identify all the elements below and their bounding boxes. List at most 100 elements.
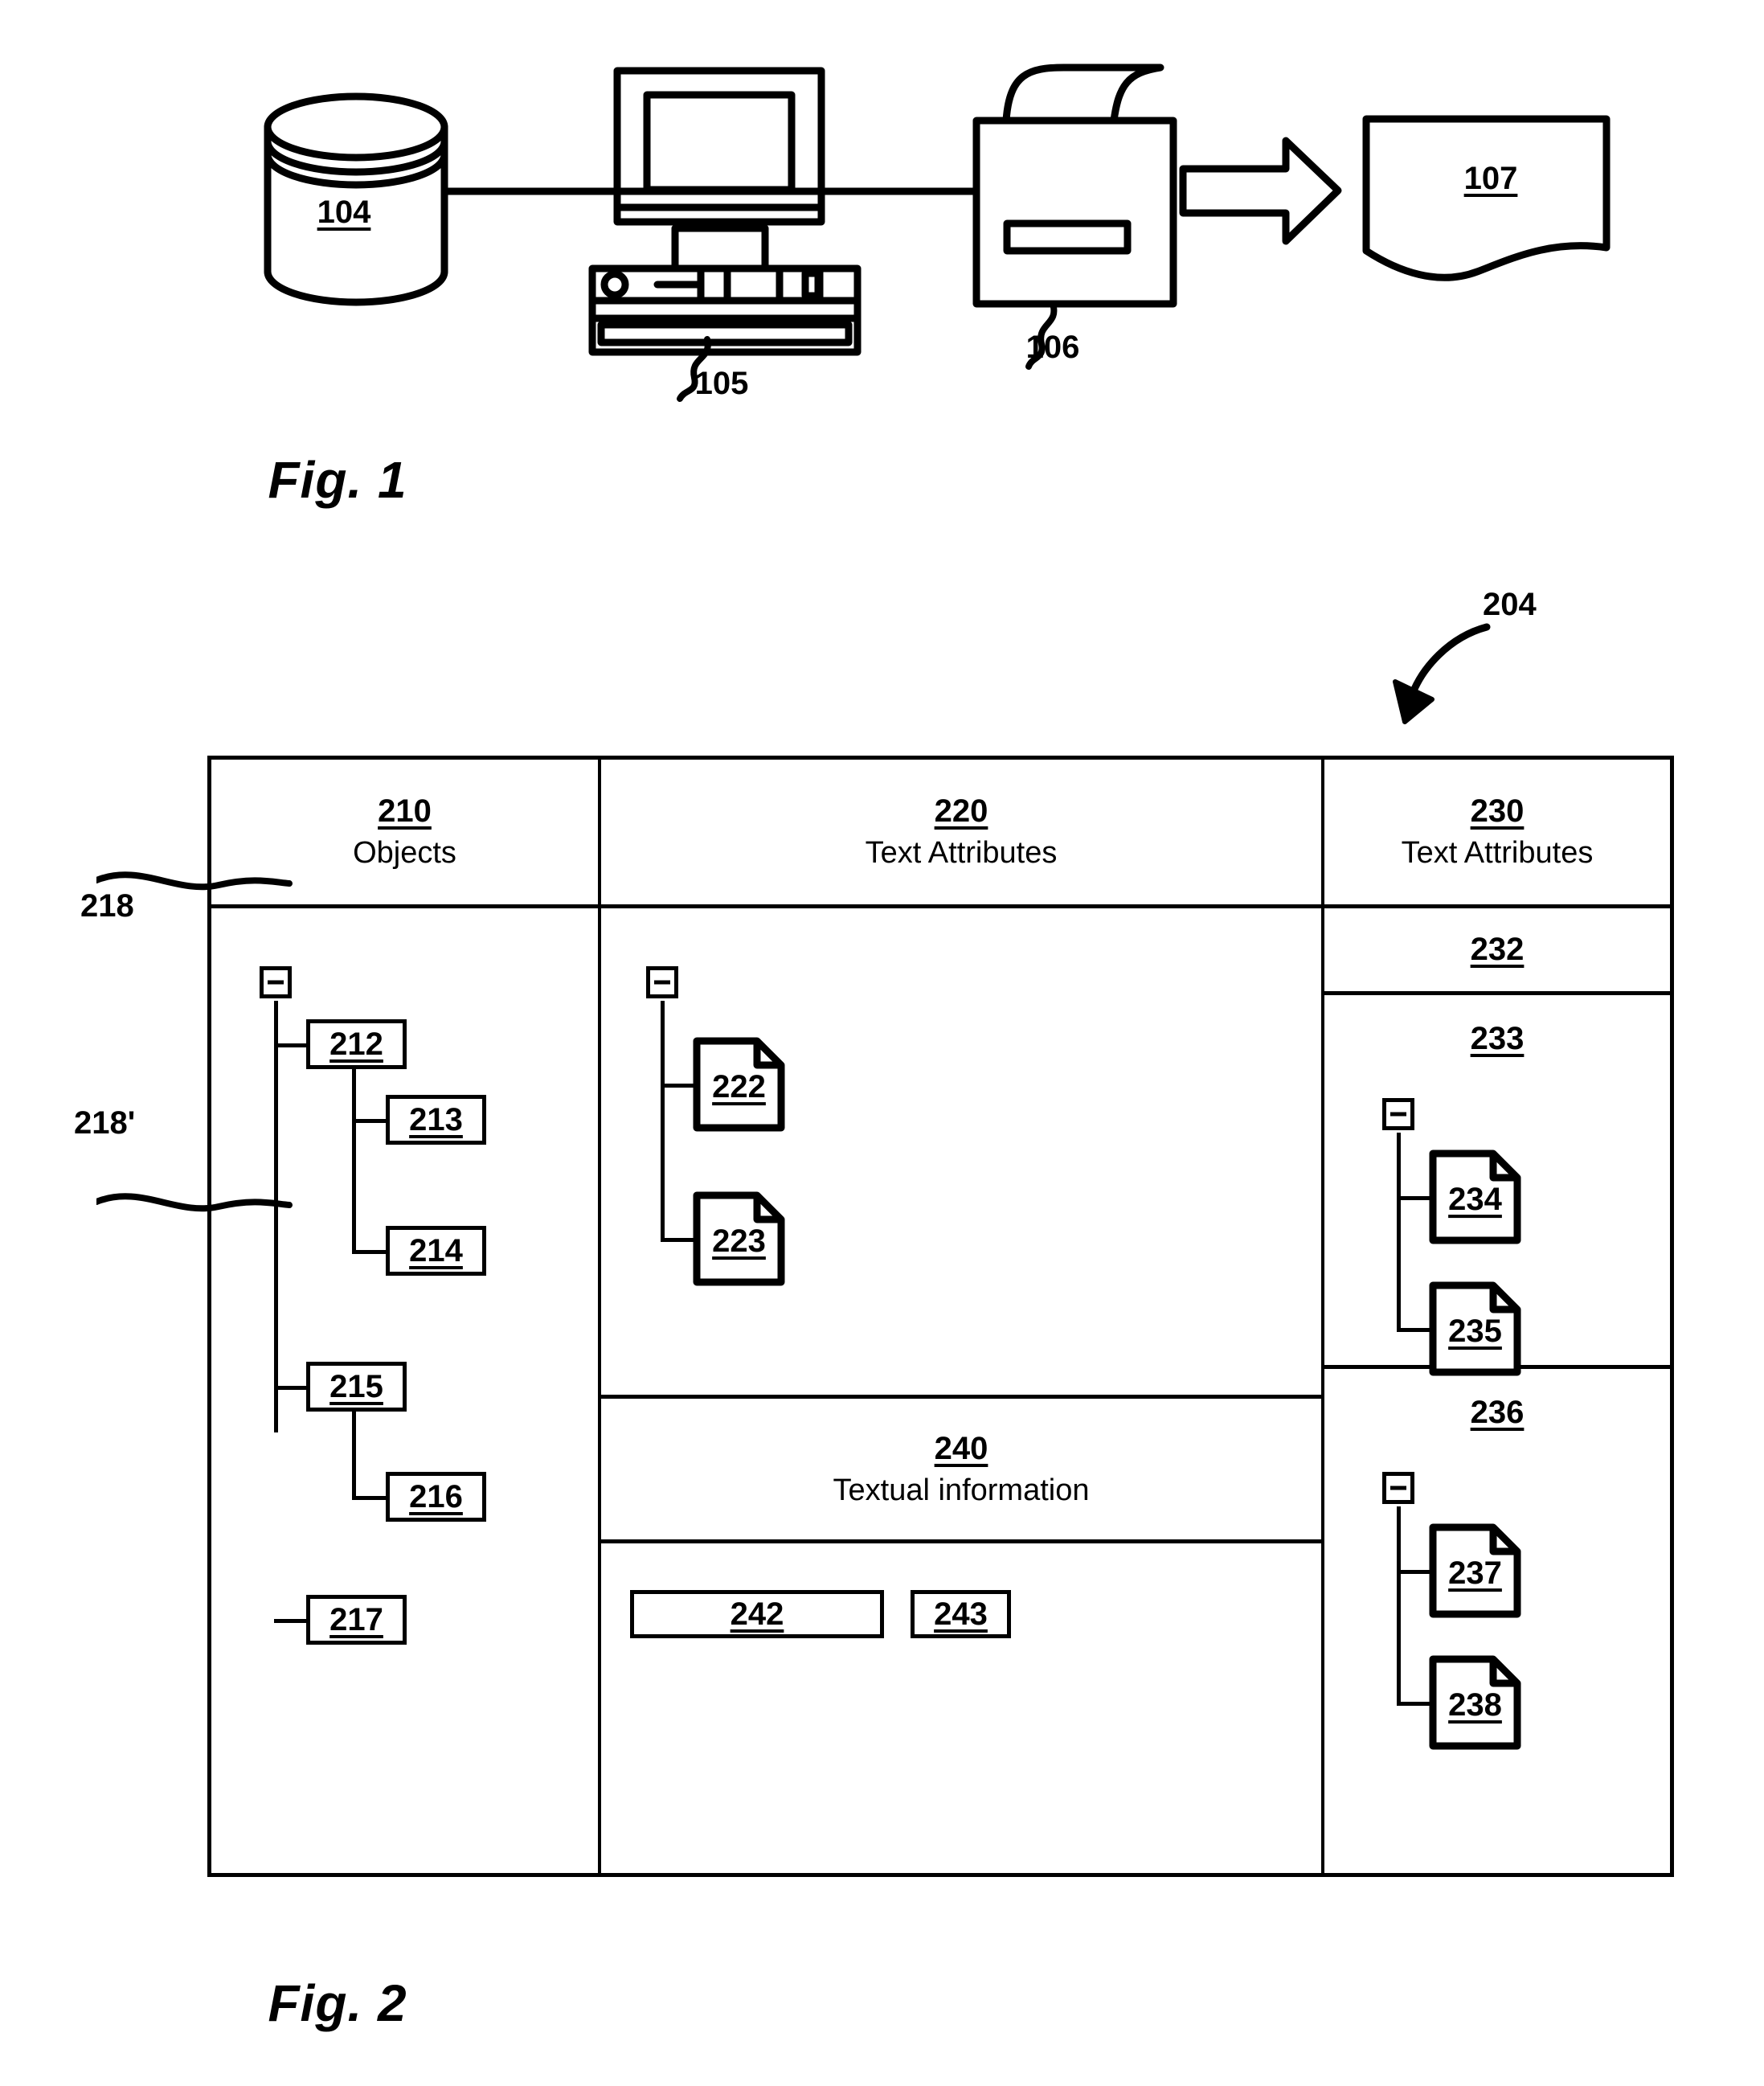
field-243-label: 243: [934, 1596, 988, 1632]
column-objects-number: 210: [378, 793, 432, 830]
figure-2-caption: Fig. 2: [268, 1974, 407, 2032]
section-233-number: 233: [1470, 1021, 1525, 1056]
document-237[interactable]: 237: [1429, 1523, 1521, 1618]
tree-subtrunk-215: [352, 1412, 356, 1500]
printer-body: [972, 117, 1177, 308]
column-text-attributes-title: Text Attributes: [865, 836, 1058, 871]
field-242-label: 242: [730, 1596, 784, 1632]
tree-branch-217: [274, 1619, 306, 1623]
floppy-slot: [597, 321, 853, 346]
tree-trunk-text-attributes: [661, 1001, 665, 1242]
document-235-label: 235: [1448, 1313, 1502, 1350]
column-objects-body: 212 213 214 215 216 217: [211, 908, 598, 1873]
document-238-label: 238: [1448, 1687, 1502, 1723]
ref-218-prime: 218': [74, 1105, 136, 1141]
monitor-stand: [671, 224, 769, 273]
process-arrow: [1179, 137, 1342, 245]
textual-information-number: 240: [934, 1430, 988, 1466]
section-236: 236 237 238: [1324, 1369, 1670, 1873]
node-213-label: 213: [409, 1101, 463, 1137]
node-212-label: 212: [329, 1026, 383, 1062]
document-223[interactable]: 223: [693, 1191, 785, 1286]
database-bottom: [264, 268, 448, 306]
tree-branch-234: [1397, 1196, 1430, 1200]
field-242[interactable]: 242: [630, 1590, 884, 1638]
monitor-screen: [643, 91, 796, 194]
node-215[interactable]: 215: [306, 1362, 407, 1412]
tree-branch-235: [1397, 1328, 1430, 1332]
tree-subtrunk-212: [352, 1069, 356, 1254]
column-text-attributes-right: 230 Text Attributes 232 233 234 235 236 …: [1324, 760, 1670, 1873]
column-text-attributes-number: 220: [934, 793, 988, 830]
node-214-label: 214: [409, 1232, 463, 1268]
node-214[interactable]: 214: [386, 1226, 486, 1276]
node-212[interactable]: 212: [306, 1019, 407, 1069]
ref-105: 105: [694, 366, 749, 401]
tree-branch-212: [274, 1043, 306, 1047]
minus-box-icon-objects[interactable]: [260, 966, 292, 998]
node-215-label: 215: [329, 1368, 383, 1404]
tree-branch-223: [661, 1238, 694, 1242]
document-238[interactable]: 238: [1429, 1655, 1521, 1750]
document-223-label: 223: [712, 1223, 766, 1260]
tree-branch-216: [352, 1496, 386, 1500]
column-text-attributes-body: 222 223 240 Textual information 242 243: [601, 908, 1321, 1873]
minus-box-icon-text-attributes[interactable]: [646, 966, 678, 998]
tree-trunk-objects: [274, 1001, 278, 1432]
textual-information-panel: 240 Textual information: [601, 1399, 1321, 1543]
power-led: [600, 270, 629, 299]
column-objects-title: Objects: [353, 836, 456, 871]
document-237-label: 237: [1448, 1555, 1502, 1592]
database-top: [264, 92, 448, 162]
minus-box-icon-236[interactable]: [1382, 1472, 1414, 1504]
textual-information-title: Textual information: [833, 1473, 1090, 1507]
document-235[interactable]: 235: [1429, 1281, 1521, 1376]
column-text-attributes-right-number: 230: [1470, 793, 1525, 830]
figure-2: 204 218 218' 210 Objects 212 213 214 215…: [0, 563, 1764, 2086]
text-attributes-docs-panel: 222 223: [601, 908, 1321, 1399]
ref-204: 204: [1483, 587, 1537, 622]
column-text-attributes: 220 Text Attributes 222 223 240 Textual …: [601, 760, 1324, 1873]
section-233: 233 234 235: [1324, 995, 1670, 1376]
column-text-attributes-right-title: Text Attributes: [1401, 836, 1594, 871]
section-232: 232: [1324, 908, 1670, 995]
column-text-attributes-header: 220 Text Attributes: [601, 760, 1321, 908]
tree-branch-238: [1397, 1702, 1430, 1706]
document-222-label: 222: [712, 1069, 766, 1105]
figure-1: 104 105 106 107 Fig. 1: [0, 0, 1764, 547]
ref-104: 104: [317, 195, 371, 230]
printer-output-slot: [1003, 219, 1132, 255]
attributes-table: 210 Objects 212 213 214 215 216 217 220 …: [207, 756, 1674, 1877]
figure-1-drawing: [264, 64, 1611, 402]
tree-trunk-233: [1397, 1133, 1401, 1332]
section-232-number: 232: [1470, 932, 1525, 967]
section-236-number: 236: [1470, 1395, 1525, 1430]
tree-branch-215: [274, 1386, 306, 1390]
ref-218: 218: [80, 888, 134, 924]
tree-branch-222: [661, 1084, 694, 1088]
document-234-label: 234: [1448, 1182, 1502, 1218]
document-222[interactable]: 222: [693, 1037, 785, 1132]
node-216-label: 216: [409, 1478, 463, 1514]
column-objects: 210 Objects 212 213 214 215 216 217: [211, 760, 601, 1873]
printed-page: [1362, 115, 1611, 281]
tree-branch-214: [352, 1250, 386, 1254]
ref-106: 106: [1025, 330, 1080, 365]
tree-trunk-236: [1397, 1506, 1401, 1706]
node-216[interactable]: 216: [386, 1472, 486, 1522]
node-217[interactable]: 217: [306, 1595, 407, 1645]
column-objects-header: 210 Objects: [211, 760, 598, 908]
column-text-attributes-right-header: 230 Text Attributes: [1324, 760, 1670, 908]
field-243[interactable]: 243: [911, 1590, 1011, 1638]
ref-107: 107: [1463, 161, 1518, 196]
document-234[interactable]: 234: [1429, 1150, 1521, 1244]
printer-paper-tray: [1002, 64, 1164, 125]
node-217-label: 217: [329, 1601, 383, 1637]
figure-1-caption: Fig. 1: [268, 451, 407, 509]
tree-branch-237: [1397, 1570, 1430, 1574]
column-text-attributes-right-body: 232 233 234 235 236 237 238: [1324, 908, 1670, 1873]
tree-branch-213: [352, 1119, 386, 1123]
node-213[interactable]: 213: [386, 1095, 486, 1145]
minus-box-icon-233[interactable]: [1382, 1098, 1414, 1130]
textual-fields-panel: 242 243: [601, 1543, 1321, 1873]
